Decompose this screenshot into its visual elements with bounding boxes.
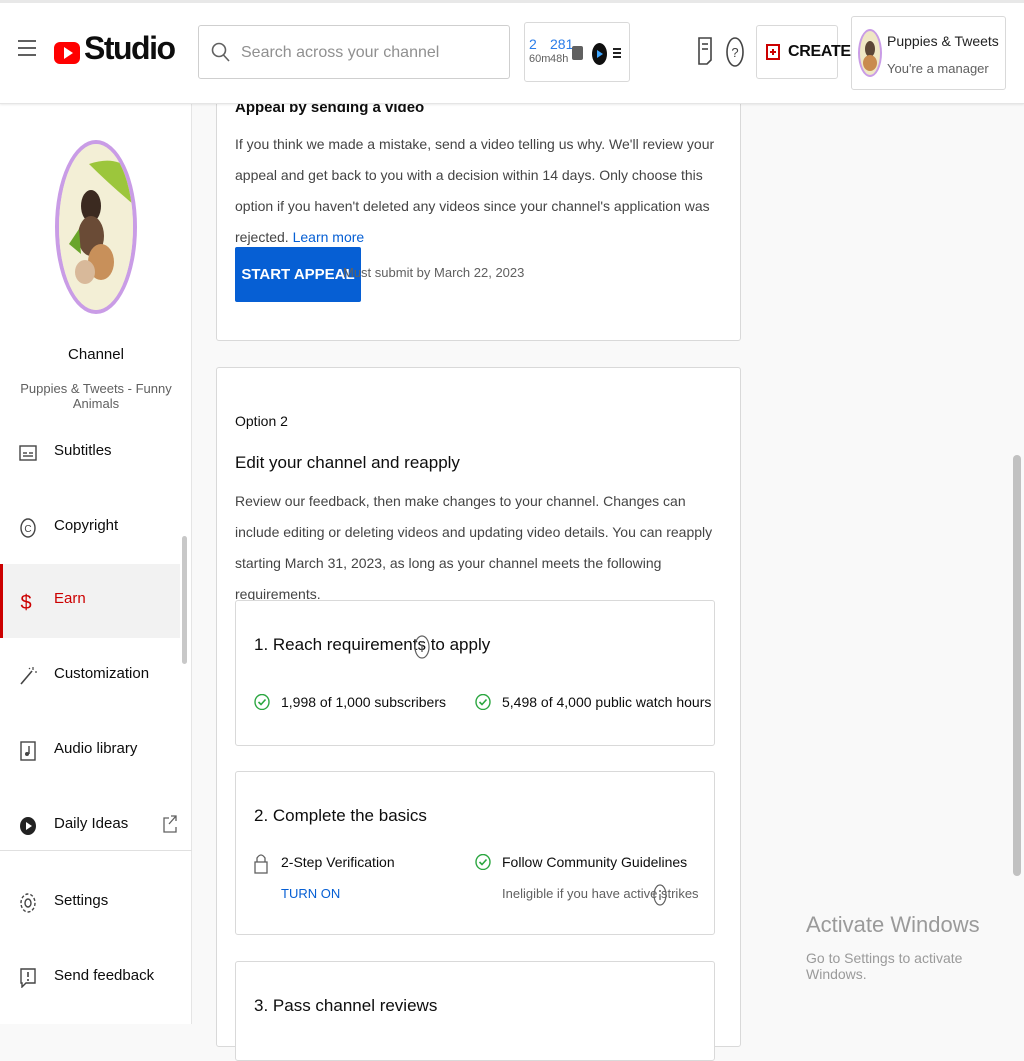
svg-text:C: C bbox=[24, 524, 31, 535]
sidebar-item-label: Copyright bbox=[54, 517, 119, 534]
sidebar-scrollbar[interactable] bbox=[182, 536, 187, 664]
sidebar-item-label: Subtitles bbox=[54, 442, 112, 459]
sidebar-item-settings[interactable]: Settings bbox=[0, 866, 180, 940]
sidebar-item-earn[interactable]: $ Earn bbox=[0, 564, 180, 638]
sidebar-item-send-feedback[interactable]: Send feedback bbox=[0, 941, 180, 1015]
two-step-verification-label: 2-Step Verification bbox=[281, 854, 395, 870]
check-circle-icon bbox=[254, 694, 270, 710]
stat-value: 2 bbox=[529, 36, 537, 52]
stat-unit: 48h bbox=[550, 53, 569, 65]
account-avatar bbox=[858, 29, 882, 77]
appeal-description: If you think we made a mistake, send a v… bbox=[235, 129, 725, 253]
reapply-option-card: Option 2 Edit your channel and reapply R… bbox=[216, 367, 741, 1061]
requirements-title: 1. Reach requirements to apply bbox=[254, 635, 491, 654]
analytics-icon[interactable] bbox=[572, 46, 583, 60]
add-video-icon bbox=[766, 44, 780, 60]
watch-hours-requirement: 5,498 of 4,000 public watch hours bbox=[502, 694, 712, 710]
info-icon[interactable] bbox=[414, 635, 430, 659]
main-scrollbar[interactable] bbox=[1013, 455, 1021, 876]
studio-logo-text[interactable]: Studio bbox=[84, 30, 176, 67]
feedback-icon bbox=[20, 968, 36, 988]
community-guidelines-note: Ineligible if you have active strikes bbox=[502, 886, 699, 901]
youtube-logo-icon[interactable] bbox=[54, 36, 80, 70]
menu-icon[interactable] bbox=[18, 40, 36, 56]
create-label: CREATE bbox=[788, 43, 851, 60]
appeal-deadline: Must submit by March 22, 2023 bbox=[343, 265, 525, 280]
stat-unit: 60m bbox=[529, 53, 551, 65]
play-circle-icon[interactable] bbox=[592, 43, 607, 65]
external-link-icon[interactable] bbox=[163, 815, 177, 833]
requirements-card: 1. Reach requirements to apply 1,998 of … bbox=[235, 600, 715, 746]
channel-reviews-title: 3. Pass channel reviews bbox=[254, 996, 438, 1015]
community-guidelines-label: Follow Community Guidelines bbox=[502, 854, 688, 870]
sidebar-divider bbox=[0, 850, 192, 851]
stat-value: 281 bbox=[550, 36, 574, 52]
subtitles-icon bbox=[19, 445, 37, 461]
svg-text:$: $ bbox=[20, 592, 31, 611]
channel-title: Channel bbox=[68, 346, 124, 363]
channel-name: Puppies & Tweets - Funny Animals bbox=[20, 381, 172, 411]
search-input[interactable] bbox=[239, 39, 503, 67]
subscribers-requirement: 1,998 of 1,000 subscribers bbox=[281, 694, 446, 710]
learn-more-link[interactable]: Learn more bbox=[293, 229, 365, 245]
sidebar-item-label: Settings bbox=[54, 892, 109, 909]
basics-title: 2. Complete the basics bbox=[254, 806, 427, 825]
activate-windows-title: Activate Windows bbox=[806, 912, 980, 937]
check-circle-icon bbox=[475, 854, 491, 870]
stat-views-48h: 281 48h bbox=[550, 36, 573, 66]
check-circle-icon bbox=[475, 694, 491, 710]
help-icon[interactable]: ? bbox=[726, 36, 744, 68]
realtime-stats-widget[interactable]: 2 60m 281 48h bbox=[524, 22, 630, 82]
account-name: Puppies & Tweets - Fun... bbox=[887, 33, 1003, 49]
top-border bbox=[0, 0, 1024, 3]
sidebar-item-customization[interactable]: Customization bbox=[0, 639, 180, 713]
notes-icon[interactable] bbox=[697, 36, 713, 66]
list-icon[interactable] bbox=[613, 48, 621, 60]
sidebar-item-subtitles[interactable]: Subtitles bbox=[0, 416, 180, 490]
info-icon[interactable] bbox=[653, 884, 667, 906]
account-role: You're a manager bbox=[887, 61, 989, 76]
activate-windows-subtitle: Go to Settings to activate Windows. bbox=[806, 950, 963, 982]
sidebar-item-label: Customization bbox=[54, 665, 150, 682]
reapply-description: Review our feedback, then make changes t… bbox=[235, 493, 713, 602]
option-label: Option 2 bbox=[235, 413, 288, 429]
sidebar-item-label: Audio library bbox=[54, 740, 138, 757]
basics-card: 2. Complete the basics 2-Step Verificati… bbox=[235, 771, 715, 935]
sidebar-item-label: Earn bbox=[54, 590, 86, 607]
audio-library-icon bbox=[20, 741, 36, 761]
sidebar-item-audio-library[interactable]: Audio library bbox=[0, 714, 180, 788]
magic-wand-icon bbox=[20, 667, 37, 685]
lock-icon bbox=[254, 854, 268, 874]
channel-avatar[interactable] bbox=[55, 140, 137, 314]
gear-icon bbox=[20, 893, 36, 913]
copyright-icon: C bbox=[20, 518, 36, 538]
svg-text:?: ? bbox=[731, 45, 738, 60]
stat-views-60m: 2 60m bbox=[529, 36, 550, 66]
create-button[interactable]: CREATE bbox=[756, 25, 851, 79]
play-circle-icon bbox=[20, 817, 36, 835]
option-title: Edit your channel and reapply bbox=[235, 453, 460, 472]
sidebar-item-copyright[interactable]: C Copyright bbox=[0, 491, 180, 565]
channel-reviews-card: 3. Pass channel reviews bbox=[235, 961, 715, 1061]
turn-on-button[interactable]: TURN ON bbox=[281, 886, 340, 901]
sidebar-item-label: Send feedback bbox=[54, 967, 155, 984]
search-icon bbox=[211, 42, 230, 62]
dollar-icon: $ bbox=[20, 592, 31, 611]
sidebar-item-daily-ideas[interactable]: Daily Ideas bbox=[0, 789, 180, 863]
account-switcher[interactable]: Puppies & Tweets - Fun... You're a manag… bbox=[851, 16, 1006, 90]
search-box[interactable] bbox=[198, 25, 510, 79]
sidebar: Channel Puppies & Tweets - Funny Animals… bbox=[0, 104, 192, 1024]
top-bar: Studio 2 60m 281 48h ? CREATE bbox=[0, 0, 1024, 104]
sidebar-item-label: Daily Ideas bbox=[54, 815, 129, 832]
appeal-option-card: Appeal by sending a video If you think w… bbox=[216, 70, 741, 341]
